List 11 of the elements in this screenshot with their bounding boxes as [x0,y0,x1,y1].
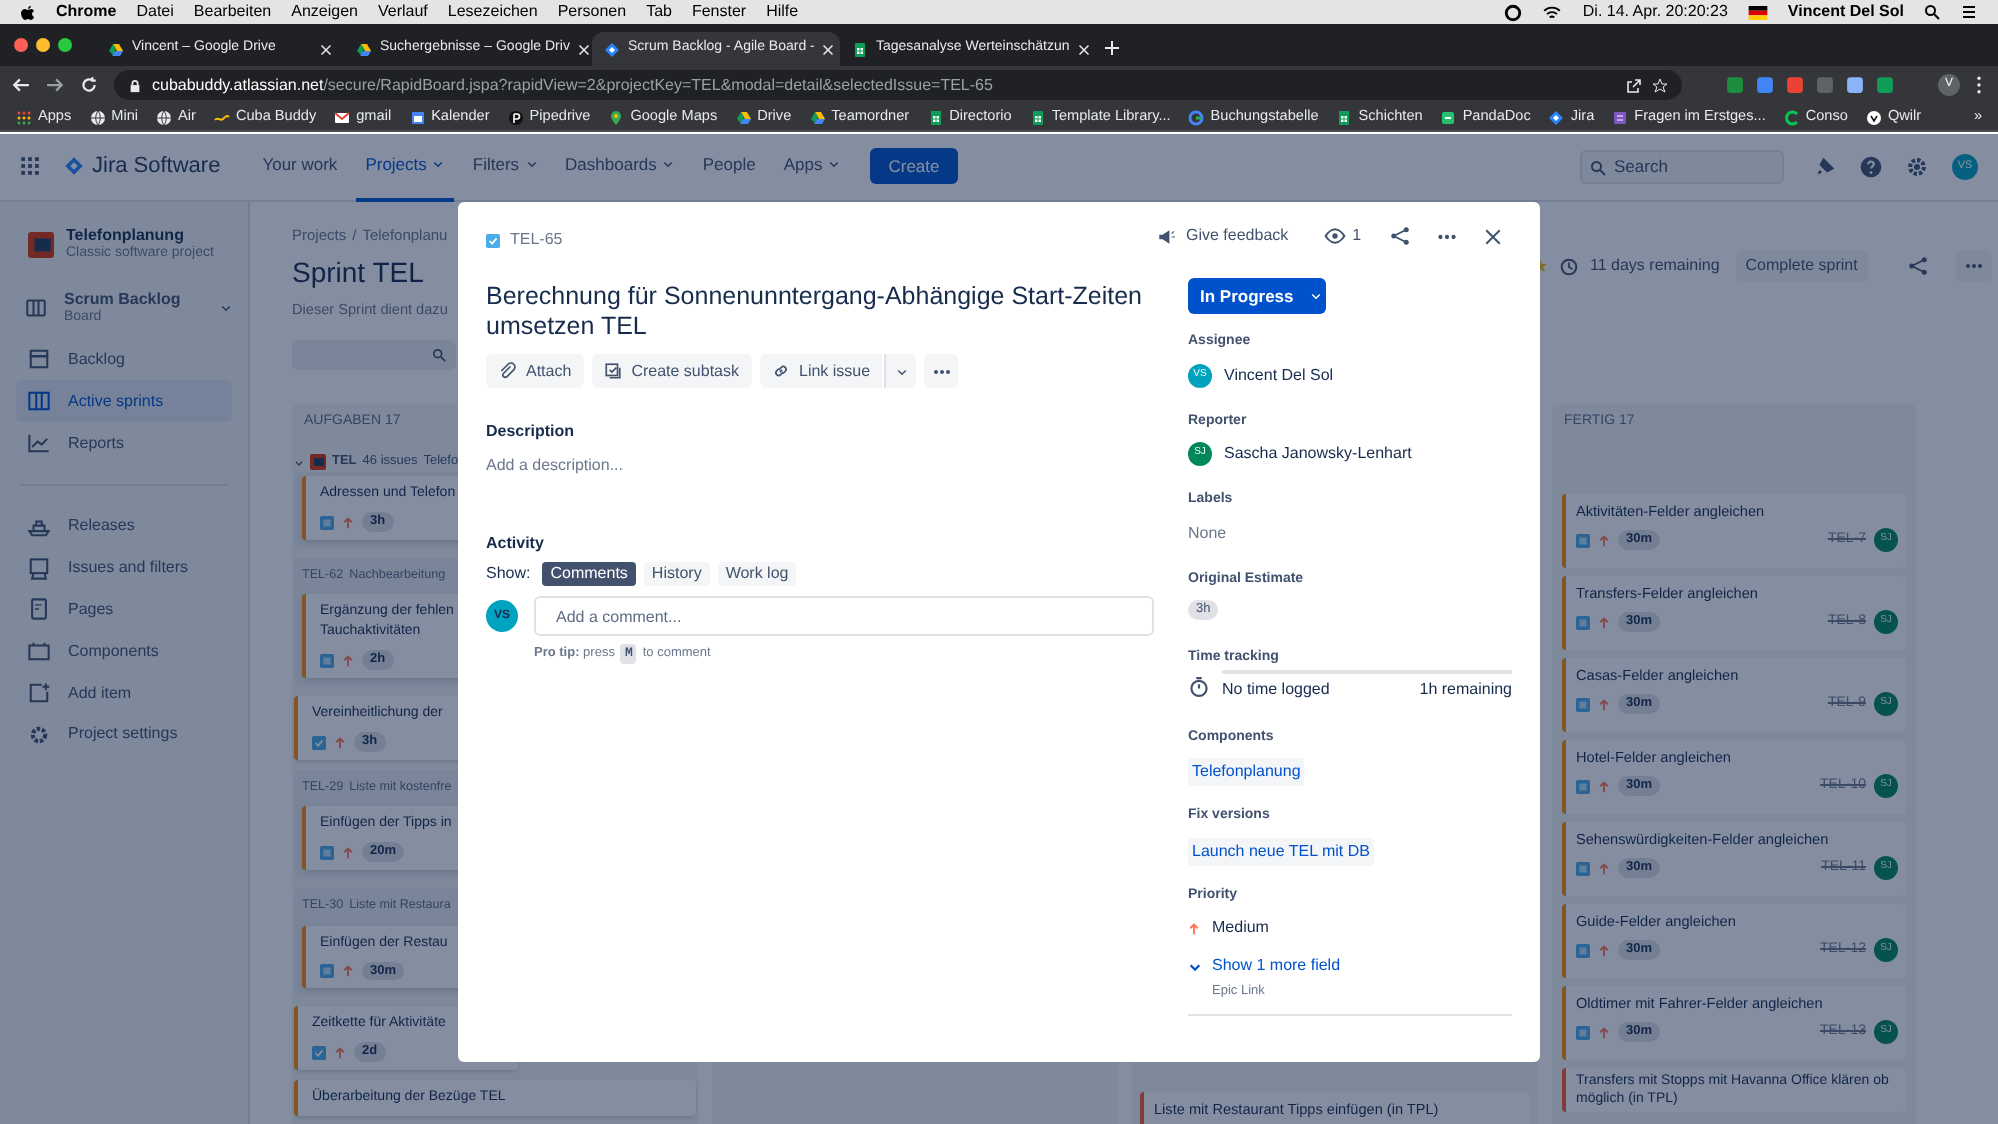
time-logged: No time logged [1222,677,1330,701]
show-label: Show: [486,562,531,586]
project-name: Telefonplanung [66,226,186,244]
clock-text: Di. 14. Apr. 20:20:23 [1582,0,1728,24]
days-remaining: 11 days remaining [1590,254,1720,278]
field-value: Medium [1212,916,1269,940]
issue-title: Berechnung für Sonnenunntergang-Abhängige Start-Zeiten umsetzen TEL [486,282,1145,342]
section-heading: Description [486,420,577,444]
field-value: None [1188,521,1227,545]
board-title: Sprint TEL [292,254,424,293]
time-remaining: 1h remaining [1419,677,1512,701]
